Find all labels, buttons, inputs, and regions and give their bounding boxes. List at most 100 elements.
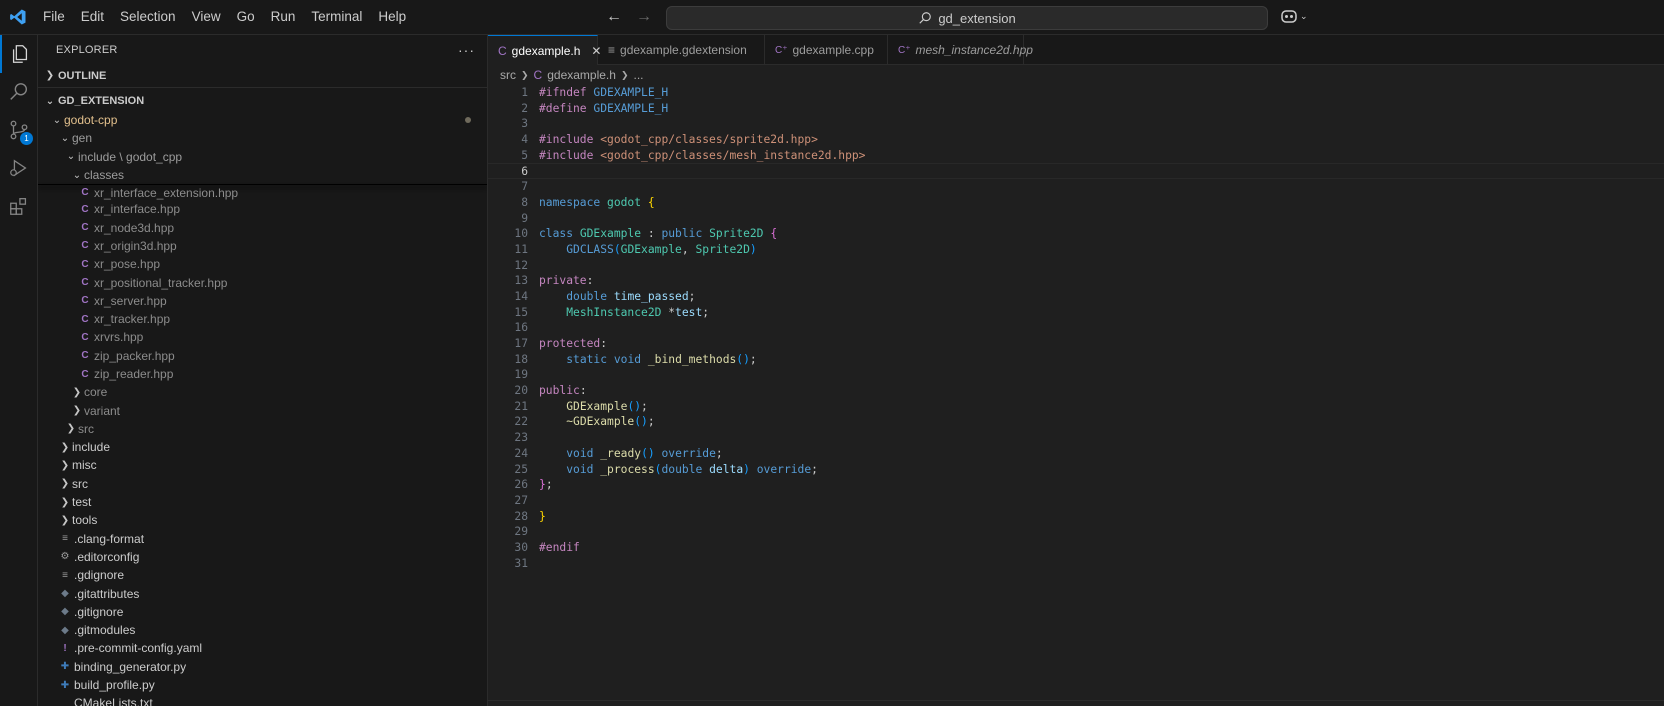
chevron-right-icon: ❯ (620, 69, 629, 80)
tree-file[interactable]: C xr_pose.hpp (38, 255, 487, 273)
source-control-activity[interactable]: 1 (0, 111, 38, 149)
line-number: 23 (514, 431, 528, 445)
tree-folder-test[interactable]: ❯ test (38, 493, 487, 511)
tree-folder-include[interactable]: ❯ include (38, 438, 487, 456)
line-number: 15 (514, 305, 528, 319)
tree-file[interactable]: ≡ .gdignore (38, 566, 487, 584)
tree-item-label: zip_packer.hpp (94, 348, 175, 363)
tree-folder-variant[interactable]: ❯ variant (38, 401, 487, 419)
chevron-right-icon: ❯ (45, 70, 55, 81)
tree-folder-gen[interactable]: ⌄ gen (38, 129, 487, 147)
tree-file[interactable]: C xrvrs.hpp (38, 328, 487, 346)
line-number: 28 (514, 509, 528, 523)
chevron-right-icon: ❯ (60, 459, 70, 471)
breadcrumb-symbol[interactable]: ... (633, 68, 643, 82)
copilot-button[interactable]: ⌄ (1280, 8, 1308, 24)
code-line: 15 MeshInstance2D *test; (488, 305, 1664, 321)
line-number: 1 (521, 86, 528, 99)
menu-help[interactable]: Help (370, 5, 414, 29)
tree-file[interactable]: ✚ binding_generator.py (38, 658, 487, 676)
tree-file[interactable]: C xr_origin3d.hpp (38, 237, 487, 255)
copilot-icon (1281, 10, 1297, 23)
extensions-activity[interactable] (0, 187, 38, 225)
code-text: double time_passed; (566, 289, 696, 303)
forward-arrow-icon[interactable]: → (636, 8, 652, 26)
menu-run[interactable]: Run (263, 5, 304, 29)
cpp-header-file-icon: C (81, 295, 89, 307)
tree-item-label: .gitignore (74, 604, 124, 619)
breadcrumb-folder[interactable]: src (500, 68, 516, 82)
tree-item-label: xr_interface_extension.hpp (94, 185, 239, 200)
line-number: 19 (514, 368, 528, 382)
search-activity[interactable] (0, 73, 38, 111)
tree-file[interactable]: ≡ .clang-format (38, 530, 487, 548)
line-number: 18 (514, 352, 528, 366)
code-text: #include <godot_cpp/classes/mesh_instanc… (539, 148, 866, 162)
horizontal-scrollbar[interactable] (488, 700, 1664, 701)
vscode-logo-icon (0, 0, 35, 35)
outline-section-header[interactable]: ❯ OUTLINE (38, 64, 487, 88)
tree-file[interactable]: ◆ .gitmodules (38, 621, 487, 639)
cpp-header-file-icon: C (81, 350, 89, 362)
code-line: 5 #include <godot_cpp/classes/mesh_instan… (488, 148, 1664, 164)
tree-item-label: build_profile.py (74, 678, 155, 693)
code-text: GDCLASS(GDExample, Sprite2D) (566, 242, 757, 256)
tree-file[interactable]: C xr_positional_tracker.hpp (38, 273, 487, 291)
tree-folder-classes[interactable]: ⌄ classes (38, 166, 487, 184)
tree-file[interactable]: C xr_interface.hpp (38, 200, 487, 218)
explorer-activity[interactable] (0, 35, 38, 73)
code-editor[interactable]: 1 #ifndef GDEXAMPLE_H 2 #define GDEXAMPLE_… (488, 85, 1664, 571)
tree-file[interactable]: C zip_reader.hpp (38, 365, 487, 383)
command-center-search[interactable]: gd_extension (666, 6, 1268, 30)
code-line: 30 #endif (488, 540, 1664, 556)
lines-file-icon: ≡ (62, 533, 68, 545)
breadcrumb-file[interactable]: gdexample.h (547, 68, 616, 82)
tree-folder-src[interactable]: ❯ src (38, 475, 487, 493)
tree-file[interactable]: C xr_interface_extension.hpp (38, 185, 487, 200)
tree-folder-include-godot-cpp[interactable]: ⌄ include \ godot_cpp (38, 148, 487, 166)
menu-edit[interactable]: Edit (73, 5, 112, 29)
back-arrow-icon[interactable]: ← (606, 8, 622, 26)
tree-folder-tools[interactable]: ❯ tools (38, 511, 487, 529)
run-debug-activity[interactable] (0, 149, 38, 187)
tree-file[interactable]: CMakeLists.txt (38, 694, 487, 706)
tree-folder-gen-src[interactable]: ❯ src (38, 420, 487, 438)
c-file-icon: C (533, 68, 543, 82)
tree-file[interactable]: C xr_node3d.hpp (38, 218, 487, 236)
tree-file[interactable]: ⚙ .editorconfig (38, 548, 487, 566)
tree-file[interactable]: C xr_server.hpp (38, 292, 487, 310)
code-line: 2 #define GDEXAMPLE_H (488, 101, 1664, 117)
chevron-down-icon: ⌄ (60, 132, 70, 144)
tab-gdexample-h[interactable]: C gdexample.h ✕ (488, 35, 601, 65)
tree-file[interactable]: ◆ .gitignore (38, 603, 487, 621)
tree-item-label: xr_pose.hpp (94, 257, 161, 272)
tree-file[interactable]: ◆ .gitattributes (38, 584, 487, 602)
more-actions-icon[interactable]: ··· (458, 42, 475, 58)
tree-file[interactable]: C zip_packer.hpp (38, 347, 487, 365)
menu-view[interactable]: View (184, 5, 229, 29)
menu-file[interactable]: File (35, 5, 73, 29)
tree-file[interactable]: C xr_tracker.hpp (38, 310, 487, 328)
tree-file[interactable]: ! .pre-commit-config.yaml (38, 639, 487, 657)
tree-file[interactable]: ✚ build_profile.py (38, 676, 487, 694)
cpp-header-file-icon: C⁺ (898, 44, 911, 56)
tree-folder-core[interactable]: ❯ core (38, 383, 487, 401)
tree-item-label: xr_interface.hpp (94, 202, 181, 217)
menu-selection[interactable]: Selection (112, 5, 184, 29)
line-number: 7 (521, 180, 528, 194)
tab-gdexample-cpp[interactable]: C⁺ gdexample.cpp (765, 35, 888, 65)
cpp-header-file-icon: C (81, 313, 89, 325)
menu-terminal[interactable]: Terminal (303, 5, 370, 29)
tree-folder-misc[interactable]: ❯ misc (38, 456, 487, 474)
tree-item-label: .gitattributes (74, 586, 140, 601)
tree-folder-godot-cpp[interactable]: ⌄ godot-cpp (38, 111, 487, 129)
menu-go[interactable]: Go (229, 5, 263, 29)
tab-mesh-instance2d-hpp[interactable]: C⁺ mesh_instance2d.hpp (888, 35, 1033, 65)
code-line: 24 void _ready() override; (488, 446, 1664, 462)
code-line: 23 (488, 430, 1664, 446)
tab-gdexample-gdextension[interactable]: ≡ gdexample.gdextension (598, 35, 765, 65)
workspace-section-header[interactable]: ⌄ GD_EXTENSION (38, 91, 487, 111)
tab-label: gdexample.gdextension (620, 43, 747, 57)
